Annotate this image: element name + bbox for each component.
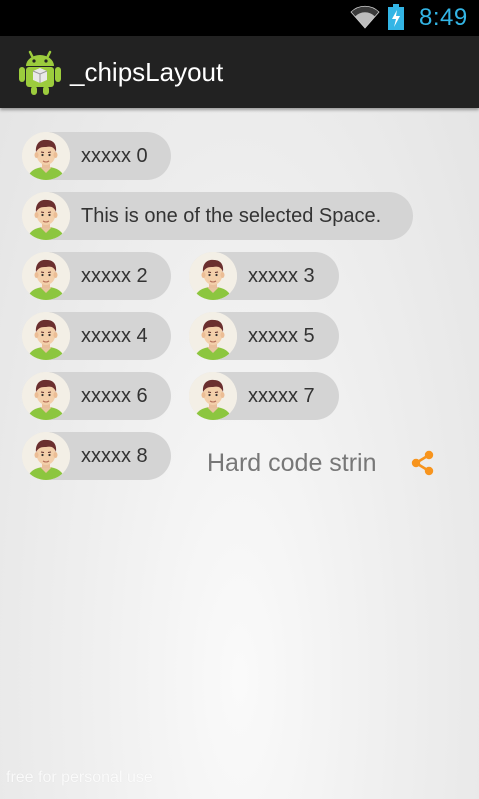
chip-label: xxxxx 6 (81, 385, 148, 407)
chip-7[interactable]: xxxxx 7 (189, 372, 339, 420)
avatar-icon (189, 252, 237, 300)
avatar-icon (22, 312, 70, 360)
chip-1[interactable]: This is one of the selected Space. (22, 192, 413, 240)
avatar-icon (189, 372, 237, 420)
hardcode-text: Hard code strin (207, 449, 377, 477)
avatar-icon (22, 372, 70, 420)
chip-5[interactable]: xxxxx 5 (189, 312, 339, 360)
chip-8[interactable]: xxxxx 8 (22, 432, 171, 480)
chip-label: xxxxx 3 (248, 265, 315, 287)
action-bar: _chipsLayout (0, 36, 479, 108)
avatar-icon (22, 192, 70, 240)
status-bar: 8:49 (0, 0, 479, 36)
android-app-icon[interactable] (18, 50, 62, 96)
chip-6[interactable]: xxxxx 6 (22, 372, 171, 420)
chip-label: xxxxx 4 (81, 325, 148, 347)
chip-0[interactable]: xxxxx 0 (22, 132, 171, 180)
chip-label: xxxxx 5 (248, 325, 315, 347)
app-title: _chipsLayout (70, 57, 224, 87)
avatar-icon (22, 252, 70, 300)
wifi-icon (350, 5, 380, 29)
chip-label: xxxxx 0 (81, 145, 148, 167)
screen: 8:49 _chipsLayout xxxxx 0 This is one of… (0, 0, 479, 799)
clock-time: 8:49 (419, 4, 468, 31)
share-icon[interactable] (409, 449, 437, 477)
chip-label: xxxxx 2 (81, 265, 148, 287)
battery-charging-icon (388, 4, 404, 30)
watermark-text: free for personal use (6, 769, 153, 786)
avatar-icon (22, 132, 70, 180)
avatar-icon (189, 312, 237, 360)
chip-4[interactable]: xxxxx 4 (22, 312, 171, 360)
chip-3[interactable]: xxxxx 3 (189, 252, 339, 300)
chip-label: xxxxx 8 (81, 445, 148, 467)
chip-label: xxxxx 7 (248, 385, 315, 407)
avatar-icon (22, 432, 70, 480)
chip-2[interactable]: xxxxx 2 (22, 252, 171, 300)
chip-label: This is one of the selected Space. (81, 205, 382, 227)
